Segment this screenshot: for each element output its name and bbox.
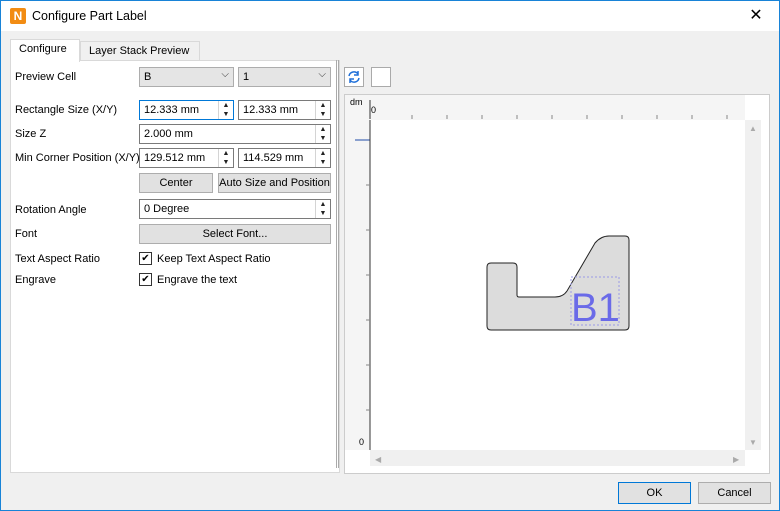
left-ruler [345,120,370,450]
configure-panel: Preview Cell B ⌵ 1 ⌵ Rectangle Size (X/Y… [10,60,340,473]
preview-pane: dm 0 0 B1 ▲ ▼ ◀ ▶ [343,60,773,474]
arrow-up-icon[interactable]: ▲ [316,125,330,134]
min-corner-label: Min Corner Position (X/Y) [15,152,140,164]
preview-cell-column-select[interactable]: B ⌵ [139,67,234,87]
rect-size-label: Rectangle Size (X/Y) [15,104,118,116]
color-swatch-button[interactable] [371,67,391,87]
arrow-up-icon[interactable]: ▲ [316,200,330,209]
ruler-top-zero: 0 [371,105,376,115]
preview-cell-label: Preview Cell [15,71,77,83]
min-corner-y-value: 114.529 mm [243,152,304,164]
tab-layer-stack-preview[interactable]: Layer Stack Preview [80,41,200,61]
splitter[interactable] [336,60,339,468]
rotation-input[interactable]: 0 Degree ▲ ▼ [139,199,331,219]
dialog-window: N Configure Part Label ✕ Configure Layer… [0,0,780,511]
preview-cell-row-value: 1 [243,71,250,83]
ruler-left-zero: 0 [359,437,364,447]
title-bar: N Configure Part Label ✕ [1,1,779,31]
arrow-up-icon[interactable]: ▲ [316,149,330,158]
arrow-down-icon[interactable]: ▼ [316,134,330,143]
engrave-label: Engrave [15,274,56,286]
scroll-right-icon[interactable]: ▶ [733,455,740,464]
close-button[interactable]: ✕ [733,1,779,31]
min-corner-x-value: 129.512 mm [144,152,206,164]
aspect-ratio-label: Text Aspect Ratio [15,253,100,265]
keep-aspect-text[interactable]: Keep Text Aspect Ratio [157,253,271,265]
arrow-down-icon[interactable]: ▼ [316,110,330,119]
preview-cell-row-select[interactable]: 1 ⌵ [238,67,331,87]
ruler-unit: dm [350,97,363,107]
size-z-label: Size Z [15,128,47,140]
horizontal-scrollbar[interactable] [370,450,745,466]
scroll-up-icon[interactable]: ▲ [749,124,757,133]
rotation-label: Rotation Angle [15,204,87,216]
min-corner-x-spinner[interactable]: ▲ ▼ [218,149,233,167]
rotation-spinner[interactable]: ▲ ▼ [315,200,330,218]
rotation-value: 0 Degree [144,203,190,215]
refresh-button[interactable] [344,67,364,87]
part-label-text: B1 [571,286,620,330]
rect-size-x-spinner[interactable]: ▲ ▼ [218,101,233,119]
arrow-down-icon[interactable]: ▼ [316,158,330,167]
arrow-up-icon[interactable]: ▲ [219,101,233,110]
engrave-text[interactable]: Engrave the text [157,274,237,286]
chevron-down-icon: ⌵ [221,69,229,80]
arrow-down-icon[interactable]: ▼ [316,209,330,218]
arrow-up-icon[interactable]: ▲ [219,149,233,158]
rect-size-x-input[interactable]: 12.333 mm ▲ ▼ [139,100,234,120]
size-z-spinner[interactable]: ▲ ▼ [315,125,330,143]
preview-svg: dm 0 0 B1 ▲ ▼ ◀ ▶ [345,95,761,466]
select-font-button[interactable]: Select Font... [139,224,331,244]
chevron-down-icon: ⌵ [318,69,326,80]
size-z-input[interactable]: 2.000 mm ▲ ▼ [139,124,331,144]
arrow-down-icon[interactable]: ▼ [219,158,233,167]
keep-aspect-checkbox[interactable]: ✔ [139,252,152,265]
arrow-down-icon[interactable]: ▼ [219,110,233,119]
app-icon: N [10,8,26,24]
rect-size-y-value: 12.333 mm [243,104,299,116]
rect-size-x-value: 12.333 mm [144,104,200,116]
preview-cell-column-value: B [144,71,152,83]
scroll-down-icon[interactable]: ▼ [749,438,757,447]
cancel-button[interactable]: Cancel [698,482,771,504]
window-title: Configure Part Label [32,9,147,23]
scroll-left-icon[interactable]: ◀ [375,455,382,464]
auto-size-position-button[interactable]: Auto Size and Position [218,173,331,193]
font-label: Font [15,228,38,240]
preview-canvas[interactable]: dm 0 0 B1 ▲ ▼ ◀ ▶ [344,94,770,474]
min-corner-x-input[interactable]: 129.512 mm ▲ ▼ [139,148,234,168]
tab-configure[interactable]: Configure [10,39,80,62]
refresh-icon [348,71,360,83]
size-z-value: 2.000 mm [144,128,193,140]
rect-size-y-spinner[interactable]: ▲ ▼ [315,101,330,119]
min-corner-y-input[interactable]: 114.529 mm ▲ ▼ [238,148,331,168]
vertical-scrollbar[interactable] [745,120,761,450]
rect-size-y-input[interactable]: 12.333 mm ▲ ▼ [238,100,331,120]
arrow-up-icon[interactable]: ▲ [316,101,330,110]
ok-button[interactable]: OK [618,482,691,504]
min-corner-y-spinner[interactable]: ▲ ▼ [315,149,330,167]
top-ruler [345,95,745,120]
engrave-checkbox[interactable]: ✔ [139,273,152,286]
center-button[interactable]: Center [139,173,213,193]
